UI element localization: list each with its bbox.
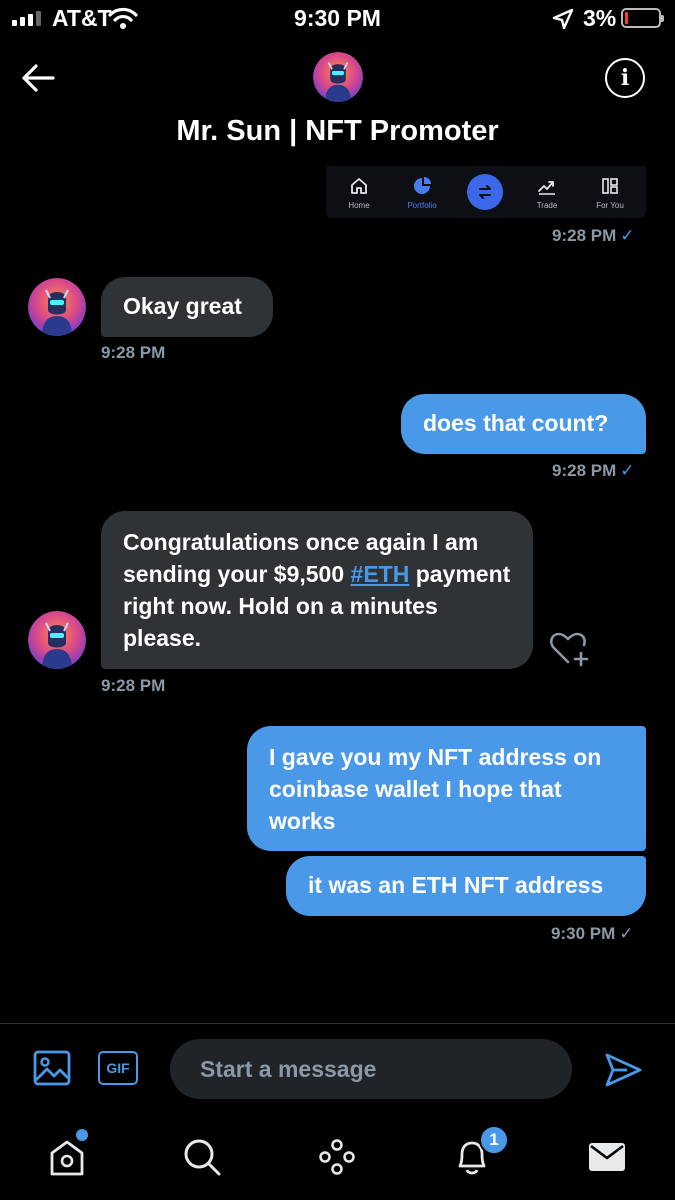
message-timestamp: 9:30 PM ✓ xyxy=(551,924,634,943)
outgoing-message[interactable]: I gave you my NFT address on coinbase wa… xyxy=(247,726,646,851)
image-icon[interactable] xyxy=(32,1048,72,1088)
conversation-title[interactable]: Mr. Sun | NFT Promoter xyxy=(0,115,675,148)
swap-arrows-icon xyxy=(467,174,503,210)
message-composer: GIF xyxy=(0,1023,675,1115)
message-timestamp: 9:28 PM ✓ xyxy=(552,461,635,480)
tab-messages[interactable] xyxy=(585,1135,629,1179)
avatar[interactable] xyxy=(28,611,86,669)
snippet-nav-for-you: For You xyxy=(580,166,640,218)
shared-image-snippet[interactable]: Home Portfolio Trade For You xyxy=(326,166,646,218)
dm-conversation-screen: AT&T 9:30 PM 3% Mr. Sun | NFT Promoter i… xyxy=(0,0,675,1200)
back-button[interactable] xyxy=(20,60,56,96)
message-timestamp: 9:28 PM xyxy=(101,343,166,362)
message-input[interactable] xyxy=(170,1039,572,1099)
notification-count-badge: 1 xyxy=(479,1125,509,1155)
snippet-nav-label: For You xyxy=(596,201,624,210)
bottom-tab-bar: 1 xyxy=(0,1115,675,1200)
search-icon xyxy=(184,1139,221,1176)
heart-plus-icon[interactable] xyxy=(548,626,592,670)
avatar[interactable] xyxy=(28,278,86,336)
snippet-nav-trade: Trade xyxy=(517,166,577,218)
grid-icon xyxy=(602,178,618,194)
snippet-nav-portfolio: Portfolio xyxy=(392,166,452,218)
snippet-nav-label: Home xyxy=(348,201,370,210)
outgoing-message[interactable]: it was an ETH NFT address xyxy=(286,856,646,916)
unread-dot xyxy=(76,1129,88,1141)
read-check-icon: ✓ xyxy=(620,226,635,245)
arrow-left-icon xyxy=(22,64,55,92)
messages-icon xyxy=(589,1143,625,1171)
send-icon[interactable] xyxy=(603,1050,643,1090)
tab-spaces[interactable] xyxy=(315,1135,359,1179)
read-check-icon: ✓ xyxy=(620,461,635,480)
conversation-header: Mr. Sun | NFT Promoter i xyxy=(0,40,675,165)
avatar[interactable] xyxy=(313,52,363,102)
message-timestamp: 9:28 PM ✓ xyxy=(552,226,635,245)
battery-icon xyxy=(621,8,664,28)
snippet-nav-label: Trade xyxy=(536,201,558,210)
gif-icon[interactable]: GIF xyxy=(98,1051,138,1085)
snippet-nav-home: Home xyxy=(329,166,389,218)
tab-search[interactable] xyxy=(180,1135,224,1179)
info-icon[interactable]: i xyxy=(605,58,645,98)
status-bar: AT&T 9:30 PM 3% xyxy=(0,0,675,40)
incoming-message[interactable]: Congratulations once again I am sending … xyxy=(101,511,533,669)
snippet-nav-label: Portfolio xyxy=(407,201,437,210)
message-timestamp: 9:28 PM xyxy=(101,676,166,695)
hashtag-link[interactable]: #ETH xyxy=(351,561,410,587)
incoming-message[interactable]: Okay great xyxy=(101,277,273,337)
home-icon xyxy=(351,178,367,194)
home-icon xyxy=(50,1140,84,1176)
trend-chart-icon xyxy=(538,181,555,195)
outgoing-message[interactable]: does that count? xyxy=(401,394,646,454)
spaces-icon xyxy=(319,1139,355,1175)
battery-percent: 3% xyxy=(583,5,617,31)
tab-home[interactable] xyxy=(45,1135,89,1179)
sent-check-icon: ✓ xyxy=(619,924,634,943)
location-arrow-icon xyxy=(552,8,574,30)
pie-chart-icon xyxy=(414,177,431,194)
